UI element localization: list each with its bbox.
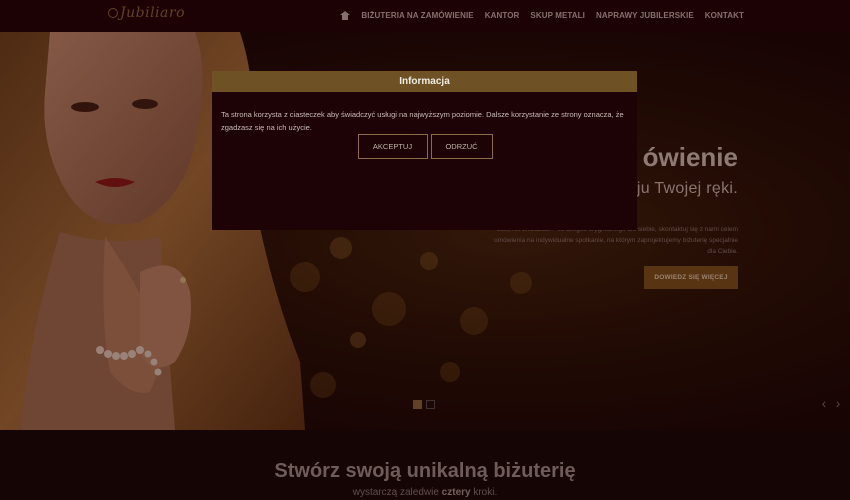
accept-cookies-button[interactable]: AKCEPTUJ [357, 134, 428, 159]
modal-actions: AKCEPTUJ ODRZUĆ [213, 134, 637, 159]
decline-cookies-button[interactable]: ODRZUĆ [430, 134, 493, 159]
cookie-consent-modal: Informacja Ta strona korzysta z ciastecz… [212, 71, 637, 230]
modal-title: Informacja [212, 71, 637, 92]
modal-message: Ta strona korzysta z ciasteczek aby świa… [221, 110, 624, 132]
